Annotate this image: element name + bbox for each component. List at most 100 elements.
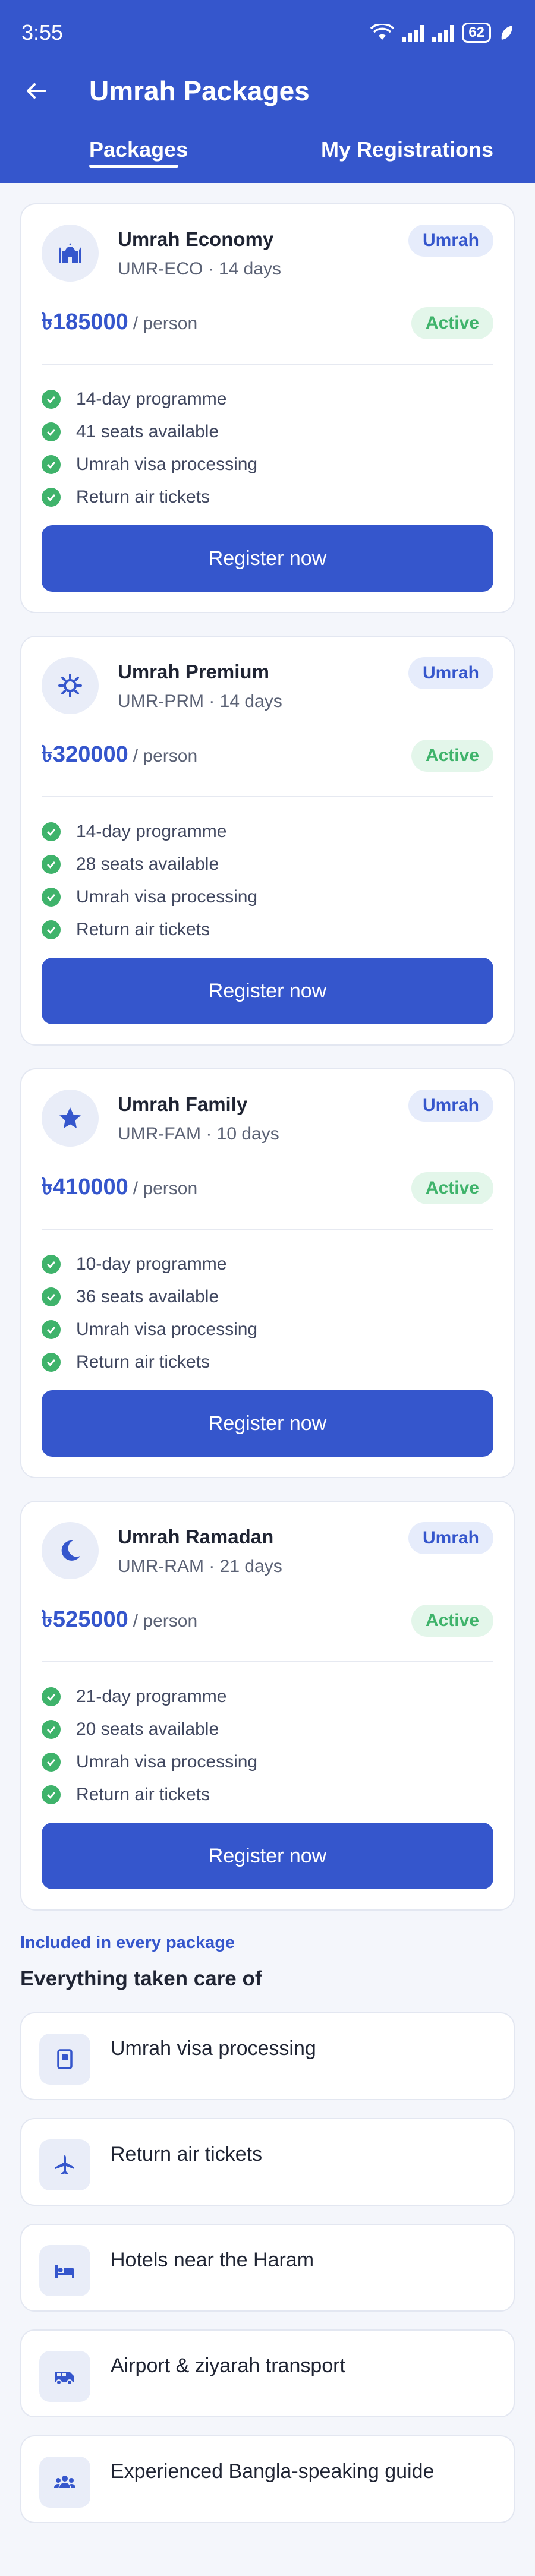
included-item-label: Experienced Bangla-speaking guide — [111, 2460, 435, 2483]
package-type-badge: Umrah — [408, 225, 493, 257]
package-card: Umrah Economy UMR-ECO · 14 days Umrah ৳1… — [20, 203, 515, 613]
page-title: Umrah Packages — [89, 75, 310, 106]
check-icon — [42, 389, 61, 409]
package-price: ৳185000 — [42, 310, 128, 334]
register-button[interactable]: Register now — [42, 1390, 493, 1457]
wifi-icon — [370, 24, 395, 40]
package-price: ৳525000 — [42, 1607, 128, 1632]
feature-item: Return air tickets — [42, 1346, 493, 1378]
package-price: ৳410000 — [42, 1175, 128, 1199]
package-name: Umrah Economy — [118, 228, 274, 250]
package-card: Umrah Family UMR-FAM · 10 days Umrah ৳41… — [20, 1068, 515, 1478]
feature-item: 28 seats available — [42, 848, 493, 880]
package-name: Umrah Premium — [118, 661, 269, 683]
package-meta: UMR-FAM · 10 days — [118, 1124, 279, 1144]
price-unit: / person — [133, 1611, 198, 1631]
back-arrow-icon[interactable] — [21, 76, 51, 106]
included-item: Experienced Bangla-speaking guide — [20, 2435, 515, 2523]
check-icon — [42, 1687, 61, 1706]
feature-item: Umrah visa processing — [42, 880, 493, 913]
check-icon — [42, 920, 61, 939]
moon-icon — [42, 1522, 99, 1579]
section-label: Included in every package — [20, 1933, 235, 1952]
feature-item: 14-day programme — [42, 383, 493, 415]
feature-item: Umrah visa processing — [42, 448, 493, 481]
status-badge: Active — [411, 740, 493, 772]
status-time: 3:55 — [21, 20, 64, 45]
feature-item: Return air tickets — [42, 1778, 493, 1811]
status-icons: 62 — [370, 23, 514, 43]
included-item: Airport & ziyarah transport — [20, 2329, 515, 2417]
included-item-label: Airport & ziyarah transport — [111, 2354, 345, 2377]
airplane-icon — [39, 2139, 90, 2190]
group-icon — [39, 2457, 90, 2508]
package-type-badge: Umrah — [408, 1090, 493, 1122]
register-button[interactable]: Register now — [42, 525, 493, 592]
feature-list: 10-day programme 36 seats available Umra… — [42, 1248, 493, 1378]
package-meta: UMR-PRM · 14 days — [118, 692, 282, 711]
check-icon — [42, 422, 61, 441]
tab-packages[interactable]: Packages — [0, 116, 268, 183]
feature-item: 36 seats available — [42, 1280, 493, 1313]
feature-item: 10-day programme — [42, 1248, 493, 1280]
battery-icon: 62 — [462, 23, 491, 43]
signal-icon — [432, 24, 454, 42]
included-item-label: Umrah visa processing — [111, 2037, 316, 2060]
package-name: Umrah Ramadan — [118, 1526, 274, 1548]
package-type-badge: Umrah — [408, 1522, 493, 1554]
included-item-label: Hotels near the Haram — [111, 2249, 314, 2271]
check-icon — [42, 1254, 61, 1274]
included-item: Hotels near the Haram — [20, 2224, 515, 2312]
package-type-badge: Umrah — [408, 657, 493, 689]
package-card: Umrah Premium UMR-PRM · 14 days Umrah ৳3… — [20, 636, 515, 1046]
feature-item: Return air tickets — [42, 481, 493, 513]
check-icon — [42, 1352, 61, 1372]
feature-list: 21-day programme 20 seats available Umra… — [42, 1680, 493, 1811]
leaf-icon — [501, 26, 512, 40]
status-badge: Active — [411, 1172, 493, 1204]
check-icon — [42, 1719, 61, 1739]
top-app-bar: 3:55 62 Umrah Packages Packages My Regis… — [0, 0, 535, 183]
app-bar: Umrah Packages — [0, 65, 535, 116]
star-icon — [42, 1090, 99, 1147]
check-icon — [42, 854, 61, 874]
mosque-icon — [42, 225, 99, 282]
bus-icon — [39, 2351, 90, 2402]
check-icon — [42, 1287, 61, 1306]
register-button[interactable]: Register now — [42, 958, 493, 1024]
price-unit: / person — [133, 746, 198, 766]
section-title: Everything taken care of — [20, 1967, 262, 1990]
package-name: Umrah Family — [118, 1093, 248, 1115]
feature-item: 20 seats available — [42, 1713, 493, 1745]
passport-icon — [39, 2034, 90, 2085]
check-icon — [42, 1785, 61, 1804]
feature-list: 14-day programme 41 seats available Umra… — [42, 383, 493, 513]
package-meta: UMR-RAM · 21 days — [118, 1557, 282, 1576]
check-icon — [42, 1752, 61, 1772]
price-unit: / person — [133, 314, 198, 333]
price-unit: / person — [133, 1179, 198, 1198]
check-icon — [42, 822, 61, 841]
tab-bar: Packages My Registrations — [0, 116, 535, 183]
feature-item: 21-day programme — [42, 1680, 493, 1713]
register-button[interactable]: Register now — [42, 1823, 493, 1889]
sun-icon — [42, 657, 99, 714]
tab-my-registrations[interactable]: My Registrations — [268, 116, 535, 183]
check-icon — [42, 1319, 61, 1339]
check-icon — [42, 454, 61, 474]
feature-item: 14-day programme — [42, 815, 493, 848]
feature-item: Return air tickets — [42, 913, 493, 946]
package-meta: UMR-ECO · 14 days — [118, 259, 282, 279]
status-badge: Active — [411, 1605, 493, 1637]
signal-icon — [402, 24, 424, 42]
package-list: Umrah Economy UMR-ECO · 14 days Umrah ৳1… — [0, 183, 535, 2523]
package-card: Umrah Ramadan UMR-RAM · 21 days Umrah ৳5… — [20, 1501, 515, 1911]
feature-list: 14-day programme 28 seats available Umra… — [42, 815, 493, 946]
feature-item: Umrah visa processing — [42, 1313, 493, 1346]
status-badge: Active — [411, 307, 493, 339]
status-bar: 3:55 62 — [0, 0, 535, 65]
included-item-label: Return air tickets — [111, 2143, 263, 2165]
included-item: Umrah visa processing — [20, 2012, 515, 2100]
included-item: Return air tickets — [20, 2118, 515, 2206]
check-icon — [42, 887, 61, 907]
